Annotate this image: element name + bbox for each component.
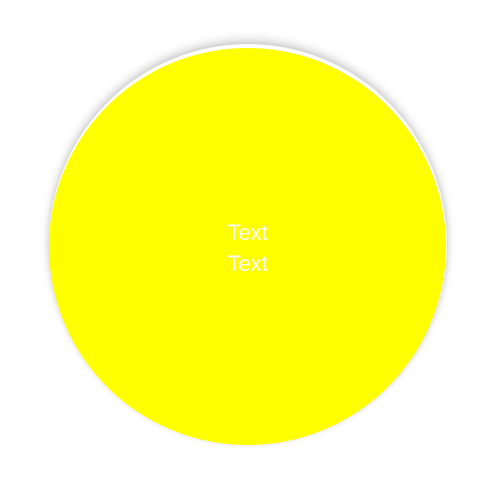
circle-text-line-2: Text [227,251,268,276]
circle-button[interactable]: Text Text [49,48,446,445]
canvas: Text Text [0,0,496,496]
circle-text-line-1: Text [227,220,268,245]
